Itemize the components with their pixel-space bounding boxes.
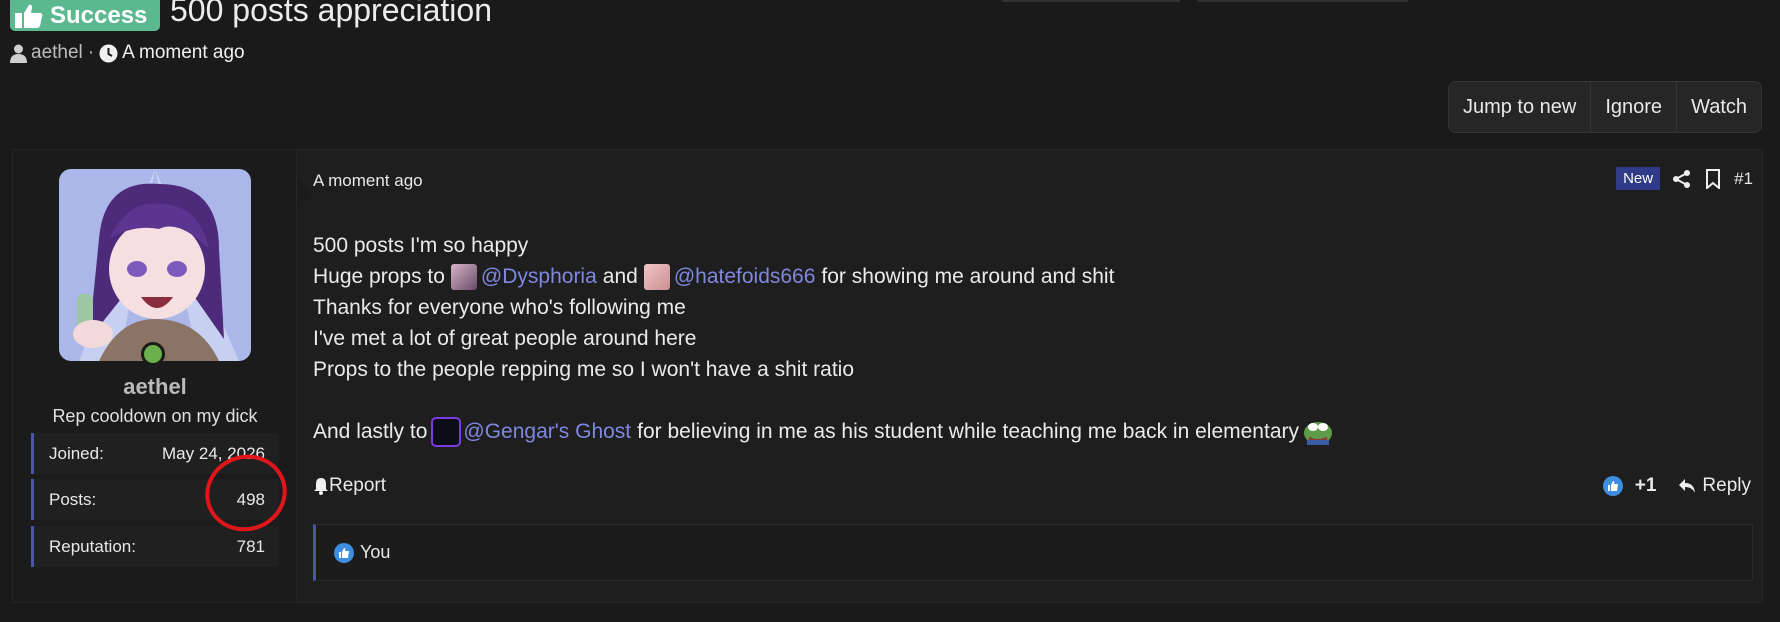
post-time[interactable]: A moment ago (313, 171, 423, 191)
mention-link[interactable]: @Dysphoria (481, 261, 597, 292)
post-text: Huge props to (313, 265, 445, 288)
like-icon (334, 542, 354, 563)
stat-label: Joined: (49, 443, 104, 463)
meta-separator: · (87, 42, 95, 63)
stat-label: Reputation: (49, 536, 136, 556)
post: aethel Rep cooldown on my dick Joined: M… (12, 149, 1763, 603)
post-number[interactable]: #1 (1734, 169, 1753, 189)
reactions-bar[interactable]: You (313, 524, 1753, 581)
reaction-count: +1 (1634, 475, 1657, 496)
mention-link[interactable]: @Gengar's Ghost (463, 416, 631, 447)
thread-time[interactable]: A moment ago (122, 42, 245, 64)
reacted-by[interactable]: You (360, 542, 390, 563)
new-badge: New (1616, 167, 1661, 190)
post-line: I've met a lot of great people around he… (313, 327, 697, 350)
user-icon (10, 44, 27, 63)
bell-icon (314, 478, 328, 495)
post-line: 500 posts I'm so happy (313, 234, 529, 257)
user-title: Rep cooldown on my dick (52, 406, 258, 426)
stat-label: Posts: (49, 489, 97, 509)
success-prefix-badge[interactable]: Success (10, 0, 160, 31)
prefix-label: Success (50, 1, 148, 29)
post-main: A moment ago New #1 500 posts I'm so hap… (313, 150, 1753, 602)
jump-to-new-button[interactable]: Jump to new (1449, 82, 1590, 132)
avatar[interactable] (59, 169, 251, 361)
mention-avatar (643, 263, 670, 290)
ignore-button[interactable]: Ignore (1590, 82, 1676, 132)
post-line: Thanks for everyone who's following me (313, 296, 686, 319)
watch-button[interactable]: Watch (1676, 82, 1761, 132)
poster-username[interactable]: aethel (13, 374, 297, 400)
user-info-pane: aethel Rep cooldown on my dick Joined: M… (13, 150, 313, 602)
stat-reputation: Reputation: 781 (31, 526, 279, 567)
like-icon[interactable] (1602, 476, 1623, 496)
post-actions: New #1 (1616, 167, 1753, 190)
thread-author[interactable]: aethel (31, 42, 83, 64)
stat-value: 781 (236, 536, 265, 556)
post-text: for believing in me as his student while… (637, 420, 1299, 443)
pane-arrow (297, 178, 313, 210)
share-icon[interactable] (1672, 169, 1692, 189)
reply-button[interactable]: Reply (1702, 475, 1751, 497)
thumbs-up-icon (15, 4, 43, 28)
post-text: for showing me around and shit (821, 265, 1115, 288)
online-status-indicator (141, 342, 165, 366)
clock-icon (99, 44, 118, 62)
mention-avatar (433, 418, 460, 445)
report-label: Report (329, 475, 387, 496)
mention-avatar (450, 263, 477, 290)
bookmark-icon[interactable] (1704, 168, 1722, 189)
pepe-emoji-icon (1304, 421, 1332, 445)
thread-title: 500 posts appreciation (170, 0, 492, 28)
report-link[interactable]: Report (313, 475, 386, 497)
post-line: And lastly to @Gengar's Ghost for believ… (313, 416, 1333, 447)
mention-link[interactable]: @hatefoids666 (674, 261, 816, 292)
thread-meta: aethel · A moment ago (10, 42, 245, 64)
post-line: Props to the people repping me so I won'… (313, 358, 854, 381)
post-body: 500 posts I'm so happy Huge props to @Dy… (313, 230, 1333, 447)
post-text: and (602, 265, 638, 288)
post-footer-actions: +1 Reply (1602, 475, 1751, 497)
thread-header: Success 500 posts appreciation aethel · … (10, 0, 1770, 68)
reply-icon[interactable] (1678, 478, 1696, 494)
post-text: And lastly to (313, 420, 428, 443)
thread-toolbar: Jump to new Ignore Watch (1447, 81, 1762, 133)
post-line: Huge props to @Dysphoria and @hatefoids6… (313, 261, 1333, 292)
